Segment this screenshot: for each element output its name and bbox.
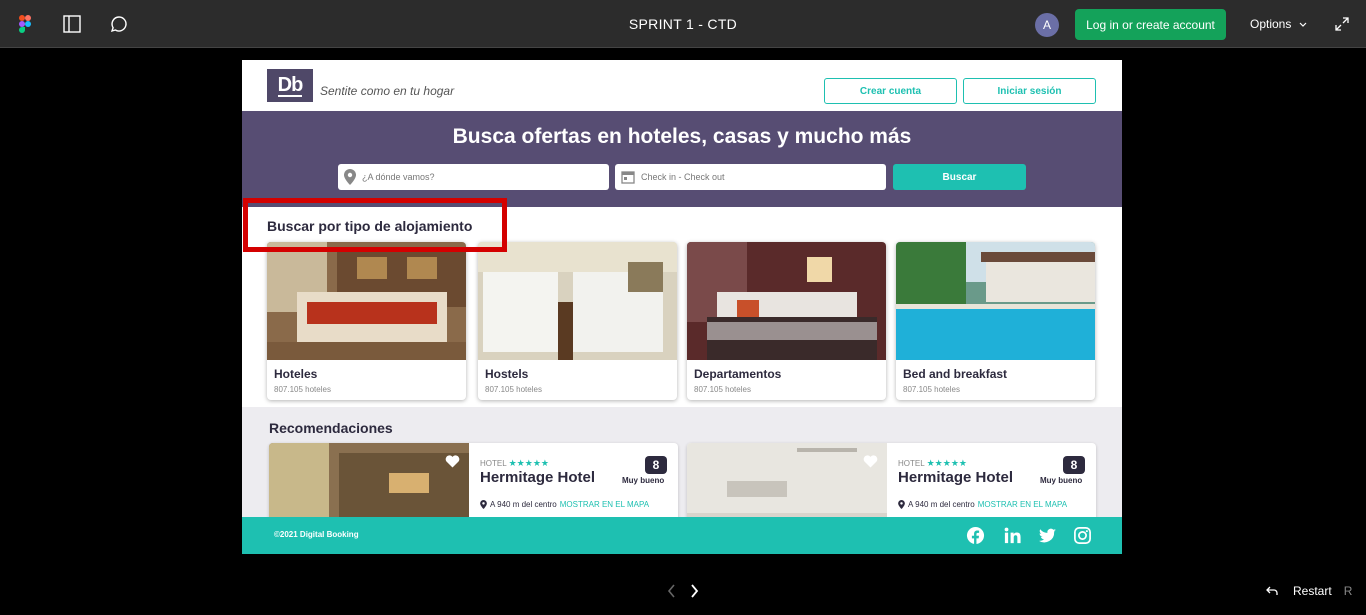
hotel-location: A 940 m del centro MOSTRAR EN EL MAPA <box>480 500 649 509</box>
login-button[interactable]: Log in or create account <box>1075 9 1226 40</box>
avatar[interactable]: A <box>1035 13 1059 37</box>
site-header: Db Sentite como en tu hogar Crear cuenta… <box>242 60 1122 111</box>
options-label: Options <box>1250 17 1292 31</box>
show-map-link[interactable]: MOSTRAR EN EL MAPA <box>560 500 649 509</box>
hotel-kind-label: HOTEL <box>480 459 507 468</box>
heart-icon[interactable] <box>445 455 460 468</box>
prototype-frame: Db Sentite como en tu hogar Crear cuenta… <box>242 60 1122 554</box>
restart-shortcut: R <box>1343 584 1353 598</box>
recommendation-card[interactable]: HOTEL ★★★★★ Hermitage Hotel 8 Muy bueno … <box>687 443 1096 523</box>
star-rating: ★★★★★ <box>508 458 549 468</box>
dates-field[interactable]: Check in - Check out <box>615 164 886 190</box>
site-footer: ©2021 Digital Booking <box>242 517 1122 554</box>
hotel-image <box>269 443 469 523</box>
hostel-room-image <box>478 242 677 360</box>
previous-frame-icon[interactable] <box>666 583 678 599</box>
category-card-bed-and-breakfast[interactable]: Bed and breakfast 807.105 hoteles <box>896 242 1095 400</box>
recommendation-card[interactable]: HOTEL ★★★★★ Hermitage Hotel 8 Muy bueno … <box>269 443 678 523</box>
figma-toolbar: SPRINT 1 - CTD A Log in or create accoun… <box>0 0 1366 48</box>
highlight-box <box>243 198 507 252</box>
score-badge: 8 <box>645 456 667 474</box>
comment-icon[interactable] <box>109 14 129 34</box>
location-pin-icon <box>898 500 905 509</box>
show-map-link[interactable]: MOSTRAR EN EL MAPA <box>978 500 1067 509</box>
rating-label: Muy bueno <box>1040 476 1083 485</box>
site-logo[interactable]: Db <box>267 69 313 102</box>
twitter-icon[interactable] <box>1038 526 1057 545</box>
facebook-icon[interactable] <box>966 526 985 545</box>
hero-title: Busca ofertas en hoteles, casas y mucho … <box>452 125 912 148</box>
options-menu[interactable]: Options <box>1250 17 1307 31</box>
restart-label: Restart <box>1293 584 1332 598</box>
recommendations-section: Recomendaciones HOTEL ★★★★★ Hermitage Ho… <box>242 407 1122 523</box>
sidebar-icon[interactable] <box>62 14 82 34</box>
hotel-name: Hermitage Hotel <box>480 469 596 486</box>
sign-in-button[interactable]: Iniciar sesión <box>963 78 1096 104</box>
rating-label: Muy bueno <box>622 476 665 485</box>
category-name: Bed and breakfast <box>903 367 1008 381</box>
location-pin-icon <box>480 500 487 509</box>
hotel-image <box>687 443 887 523</box>
category-card-departamentos[interactable]: Departamentos 807.105 hoteles <box>687 242 886 400</box>
site-tagline: Sentite como en tu hogar <box>320 84 455 98</box>
hotel-kind-label: HOTEL <box>898 459 925 468</box>
heart-icon[interactable] <box>863 455 878 468</box>
pool-image <box>896 242 1095 360</box>
create-account-button[interactable]: Crear cuenta <box>824 78 957 104</box>
linkedin-icon[interactable] <box>1003 526 1022 545</box>
distance-text: A 940 m del centro <box>490 500 557 509</box>
category-name: Hostels <box>485 367 529 381</box>
hotel-kind: HOTEL ★★★★★ <box>898 458 967 469</box>
recommendations-title: Recomendaciones <box>269 420 393 436</box>
destination-placeholder: ¿A dónde vamos? <box>362 172 435 182</box>
chevron-down-icon <box>1299 22 1307 27</box>
dates-placeholder: Check in - Check out <box>641 172 725 182</box>
destination-field[interactable]: ¿A dónde vamos? <box>338 164 609 190</box>
category-name: Departamentos <box>694 367 782 381</box>
footer-copyright: ©2021 Digital Booking <box>274 530 359 539</box>
category-count: 807.105 hoteles <box>485 385 542 394</box>
hotel-location: A 940 m del centro MOSTRAR EN EL MAPA <box>898 500 1067 509</box>
hotel-room-image <box>267 242 466 360</box>
hotel-name: Hermitage Hotel <box>898 469 1014 486</box>
location-pin-icon <box>344 169 356 185</box>
apartment-room-image <box>687 242 886 360</box>
expand-icon[interactable] <box>1334 16 1350 32</box>
next-frame-icon[interactable] <box>688 583 700 599</box>
search-hero: Busca ofertas en hoteles, casas y mucho … <box>242 111 1122 207</box>
category-card-hostels[interactable]: Hostels 807.105 hoteles <box>478 242 677 400</box>
restart-arrow-icon <box>1266 586 1278 595</box>
search-button[interactable]: Buscar <box>893 164 1026 190</box>
score-badge: 8 <box>1063 456 1085 474</box>
instagram-icon[interactable] <box>1073 526 1092 545</box>
category-count: 807.105 hoteles <box>694 385 751 394</box>
category-count: 807.105 hoteles <box>274 385 331 394</box>
restart-button[interactable]: Restart R <box>1265 584 1352 598</box>
category-card-hoteles[interactable]: Hoteles 807.105 hoteles <box>267 242 466 400</box>
calendar-icon <box>621 171 635 184</box>
star-rating: ★★★★★ <box>926 458 967 468</box>
logo-text: Db <box>277 73 303 97</box>
category-count: 807.105 hoteles <box>903 385 960 394</box>
figma-logo-icon[interactable] <box>15 14 35 34</box>
hotel-kind: HOTEL ★★★★★ <box>480 458 549 469</box>
category-name: Hoteles <box>274 367 318 381</box>
distance-text: A 940 m del centro <box>908 500 975 509</box>
